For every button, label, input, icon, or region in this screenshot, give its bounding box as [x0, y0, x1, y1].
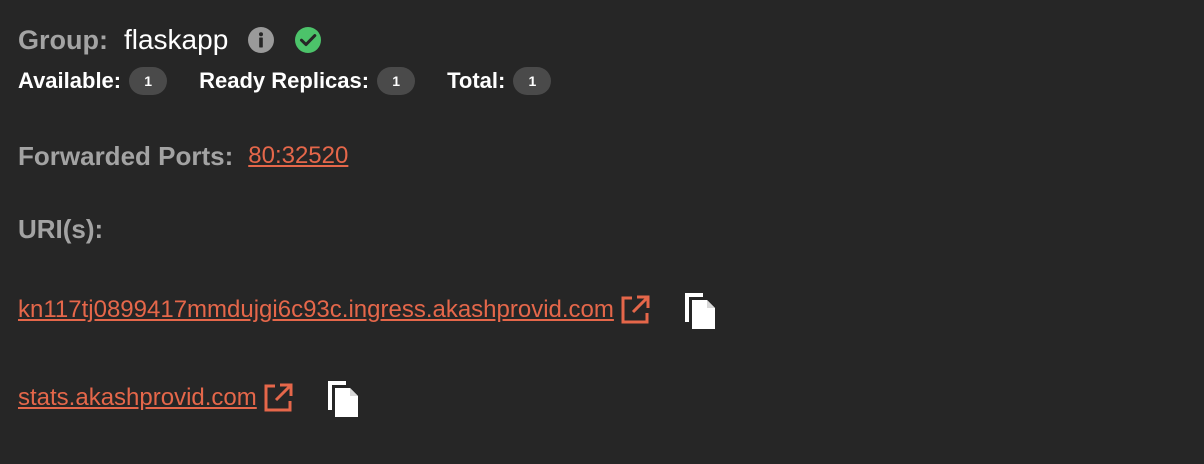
stat-ready-replicas: Ready Replicas: 1 [199, 67, 416, 95]
info-icon[interactable] [247, 26, 275, 54]
external-link-icon[interactable] [618, 293, 652, 327]
group-name: flaskapp [123, 24, 229, 55]
available-badge: 1 [129, 67, 168, 95]
uri-link[interactable]: stats.akashprovid.com [18, 384, 257, 412]
ready-replicas-label: Ready Replicas: [199, 68, 370, 93]
total-label: Total: [447, 68, 506, 93]
ready-replicas-badge: 1 [377, 67, 416, 95]
stat-available: Available: 1 [18, 67, 168, 95]
check-circle-icon [294, 26, 322, 54]
total-badge: 1 [513, 67, 552, 95]
external-link-icon[interactable] [261, 381, 295, 415]
forwarded-ports-label: Forwarded Ports: [18, 140, 234, 171]
replica-stats: Available: 1 Ready Replicas: 1 Total: 1 [18, 66, 583, 96]
uri-item: kn117tj0899417mmdujgi6c93c.ingress.akash… [18, 290, 720, 330]
uris-label: URI(s): [18, 213, 104, 244]
forwarded-ports: Forwarded Ports: 80:32520 [18, 139, 348, 173]
group-label: Group: [18, 24, 108, 55]
deployment-group-panel: Group: flaskapp Available: 1 Ready Repli… [0, 0, 1204, 464]
copy-icon[interactable] [682, 290, 720, 330]
uris-header: URI(s): [18, 212, 103, 246]
group-header: Group: flaskapp [18, 22, 322, 58]
uri-link[interactable]: kn117tj0899417mmdujgi6c93c.ingress.akash… [18, 296, 614, 324]
stat-total: Total: 1 [447, 67, 552, 95]
uri-item: stats.akashprovid.com [18, 378, 363, 418]
copy-icon[interactable] [325, 378, 363, 418]
available-label: Available: [18, 68, 122, 93]
forwarded-port-link[interactable]: 80:32520 [248, 142, 348, 170]
